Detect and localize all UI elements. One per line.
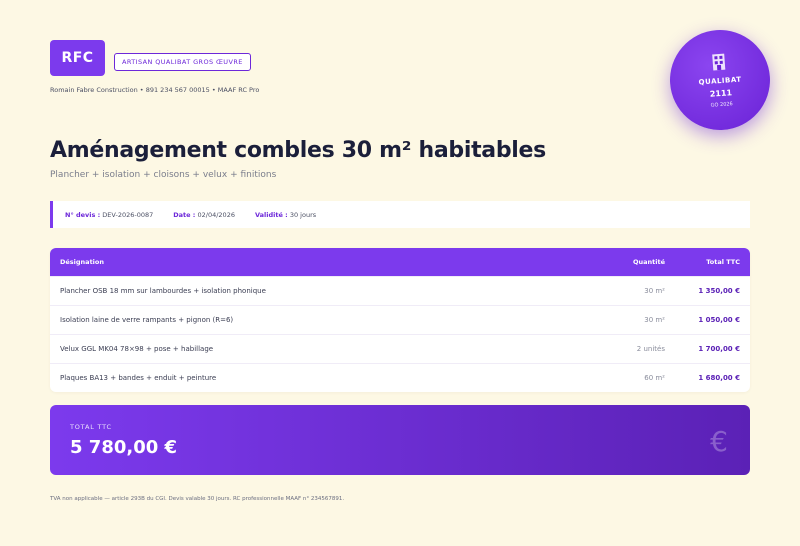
row-total: 1 700,00 € bbox=[698, 345, 740, 353]
row-total: 1 350,00 € bbox=[698, 287, 740, 295]
row-designation: Plancher OSB 18 mm sur lambourdes + isol… bbox=[60, 287, 266, 295]
row-designation: Plaques BA13 + bandes + enduit + peintur… bbox=[60, 374, 217, 382]
quote-date: Date : 02/04/2026 bbox=[173, 211, 235, 219]
row-total: 1 050,00 € bbox=[698, 316, 740, 324]
quote-date-value: 02/04/2026 bbox=[197, 210, 235, 219]
quote-number: N° devis : DEV-2026-0087 bbox=[65, 211, 153, 219]
table-row: Isolation laine de verre rampants + pign… bbox=[50, 305, 750, 334]
table-row: Velux GGL MK04 78×98 + pose + habillage … bbox=[50, 334, 750, 363]
quote-number-value: DEV-2026-0087 bbox=[102, 210, 154, 219]
qualibat-seal: QUALIBAT 2111 GO 2026 bbox=[666, 26, 774, 134]
quote-validity-value: 30 jours bbox=[289, 210, 317, 219]
company-logo: RFC bbox=[50, 40, 105, 76]
total-amount: 5 780,00 € bbox=[70, 437, 178, 458]
footer-legal-note: TVA non applicable — article 293B du CGI… bbox=[50, 496, 345, 502]
table-header: Désignation Quantité Total TTC bbox=[50, 248, 750, 276]
table-row: Plaques BA13 + bandes + enduit + peintur… bbox=[50, 363, 750, 392]
row-designation: Velux GGL MK04 78×98 + pose + habillage bbox=[60, 345, 214, 353]
qualification-badge: ARTISAN QUALIBAT GROS ŒUVRE bbox=[114, 53, 251, 71]
euro-icon: € bbox=[710, 425, 728, 458]
document-title: Aménagement combles 30 m² habitables bbox=[50, 138, 546, 163]
quote-date-label: Date : bbox=[173, 210, 196, 219]
row-total: 1 680,00 € bbox=[698, 374, 740, 382]
qualification-badge-label: ARTISAN QUALIBAT GROS ŒUVRE bbox=[122, 58, 243, 66]
total-panel: TOTAL TTC 5 780,00 € € bbox=[50, 405, 750, 475]
table-row: Plancher OSB 18 mm sur lambourdes + isol… bbox=[50, 276, 750, 305]
row-quantity: 60 m² bbox=[644, 374, 665, 382]
column-header-quantity: Quantité bbox=[632, 258, 665, 266]
quote-validity-label: Validité : bbox=[254, 210, 288, 219]
company-info: Romain Fabre Construction • 891 234 567 … bbox=[50, 86, 260, 94]
row-quantity: 2 unités bbox=[636, 345, 665, 353]
row-quantity: 30 m² bbox=[644, 316, 665, 324]
quote-document: RFC ARTISAN QUALIBAT GROS ŒUVRE Romain F… bbox=[0, 0, 800, 546]
row-designation: Isolation laine de verre rampants + pign… bbox=[60, 316, 234, 324]
seal-subtitle: GO 2026 bbox=[710, 101, 733, 109]
total-label: TOTAL TTC bbox=[70, 423, 112, 431]
quote-number-label: N° devis : bbox=[65, 210, 101, 219]
document-subtitle: Plancher + isolation + cloisons + velux … bbox=[50, 170, 277, 180]
logo-text: RFC bbox=[61, 50, 94, 66]
row-quantity: 30 m² bbox=[644, 287, 665, 295]
quote-info-bar: N° devis : DEV-2026-0087 Date : 02/04/20… bbox=[50, 201, 750, 228]
building-emblem-icon bbox=[712, 53, 726, 71]
column-header-designation: Désignation bbox=[60, 258, 104, 266]
quote-validity: Validité : 30 jours bbox=[255, 211, 316, 219]
items-table: Désignation Quantité Total TTC Plancher … bbox=[50, 248, 750, 392]
column-header-total: Total TTC bbox=[706, 258, 740, 266]
